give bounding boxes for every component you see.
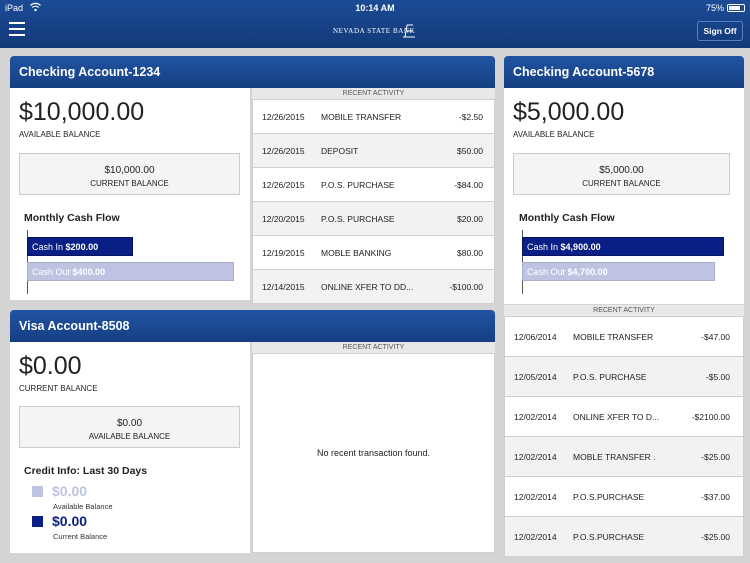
transaction-amount: -$2100.00 (691, 412, 730, 422)
visa-available-label: AVAILABLE BALANCE (88, 432, 171, 441)
checking-5678-current-box: $5,000.00 CURRENT BALANCE (513, 153, 730, 195)
transaction-amount: $50.00 (457, 146, 483, 156)
visa-available-amount: $0.00 (116, 418, 143, 429)
visa-8508-header[interactable]: Visa Account-8508 (10, 310, 495, 342)
transaction-desc: MOBLE BANKING (321, 248, 392, 258)
visa-recent-header: RECENT ACTIVITY (252, 342, 495, 353)
transaction-row[interactable]: 12/05/2014 P.O.S. PURCHASE -$5.00 (504, 356, 744, 397)
transaction-amount: -$5.00 (705, 372, 730, 382)
checking-5678-cash-in-bar: Cash In $4,900.00 (522, 237, 724, 256)
checking-1234-available-amount: $10,000.00 (19, 98, 145, 126)
transaction-desc: MOBILE TRANSFER (321, 112, 402, 122)
transaction-amount: -$25.00 (701, 532, 730, 542)
transaction-date: 12/20/2015 (262, 214, 305, 224)
visa-available-box: $0.00 AVAILABLE BALANCE (19, 406, 240, 448)
checking-5678-header[interactable]: Checking Account-5678 (504, 56, 744, 88)
transaction-amount: -$2.50 (458, 112, 483, 122)
sign-off-button[interactable]: Sign Off (697, 21, 743, 41)
checking-5678-recent-header: RECENT ACTIVITY (504, 305, 744, 316)
bank-logo-icon (403, 24, 415, 38)
visa-current-label: CURRENT BALANCE (19, 384, 98, 393)
checking-5678-cashflow-title: Monthly Cash Flow (519, 212, 615, 224)
transaction-row[interactable]: 12/19/2015 MOBLE BANKING $80.00 (252, 235, 495, 270)
transaction-desc: P.O.S. PURCHASE (321, 214, 395, 224)
visa-credit-available-amount: $0.00 (52, 483, 88, 499)
checking-1234-recent-header: RECENT ACTIVITY (252, 88, 495, 99)
checking-1234-current-box: $10,000.00 CURRENT BALANCE (19, 153, 240, 195)
transaction-date: 12/02/2014 (514, 492, 557, 502)
checking-1234-cash-in-bar: Cash In $200.00 (27, 237, 133, 256)
transaction-date: 12/05/2014 (514, 372, 557, 382)
transaction-amount: $80.00 (457, 248, 483, 258)
transaction-date: 12/26/2015 (262, 112, 305, 122)
checking-1234-current-label: CURRENT BALANCE (90, 179, 169, 188)
transaction-amount: -$25.00 (701, 452, 730, 462)
transaction-row[interactable]: 12/02/2014 P.O.S.PURCHASE -$25.00 (504, 516, 744, 557)
checking-5678-current-amount: $5,000.00 (599, 165, 644, 176)
battery-percent: 75% (706, 3, 725, 13)
transaction-desc: P.O.S. PURCHASE (573, 372, 647, 382)
checking-1234-available-label: AVAILABLE BALANCE (19, 130, 101, 139)
visa-credit-available-label: Available Balance (53, 502, 113, 511)
transaction-desc: MOBLE TRANSFER . (573, 452, 656, 462)
transaction-row[interactable]: 12/02/2014 P.O.S.PURCHASE -$37.00 (504, 476, 744, 517)
current-legend-swatch (32, 516, 43, 527)
top-bar: iPad 10:14 AM 75% NEVADA STATE BANK Sign… (0, 0, 750, 48)
transaction-date: 12/06/2014 (514, 332, 557, 342)
transaction-row[interactable]: 12/26/2015 MOBILE TRANSFER -$2.50 (252, 99, 495, 134)
transaction-date: 12/26/2015 (262, 180, 305, 190)
available-legend-swatch (32, 486, 43, 497)
checking-1234-current-amount: $10,000.00 (104, 165, 155, 176)
menu-icon[interactable] (9, 22, 25, 36)
transaction-date: 12/26/2015 (262, 146, 305, 156)
checking-1234-cash-out-bar: Cash Out $400.00 (27, 262, 234, 281)
transaction-desc: MOBILE TRANSFER (573, 332, 654, 342)
checking-5678-available-label: AVAILABLE BALANCE (513, 130, 595, 139)
transaction-amount: -$37.00 (701, 492, 730, 502)
visa-credit-current-amount: $0.00 (52, 513, 88, 529)
clock: 10:14 AM (355, 3, 395, 13)
transaction-amount: -$47.00 (701, 332, 730, 342)
transaction-amount: $20.00 (457, 214, 483, 224)
transaction-desc: P.O.S.PURCHASE (573, 532, 645, 542)
transaction-date: 12/02/2014 (514, 452, 557, 462)
transaction-amount: -$100.00 (449, 282, 483, 292)
battery-icon (727, 4, 745, 12)
status-bar: iPad 10:14 AM 75% (0, 0, 750, 16)
transaction-desc: ONLINE XFER TO DD... (321, 282, 414, 292)
transaction-date: 12/02/2014 (514, 412, 557, 422)
transaction-row[interactable]: 12/26/2015 P.O.S. PURCHASE -$84.00 (252, 167, 495, 202)
checking-5678-available-amount: $5,000.00 (513, 98, 625, 126)
transaction-row[interactable]: 12/02/2014 MOBLE TRANSFER . -$25.00 (504, 436, 744, 477)
transaction-date: 12/02/2014 (514, 532, 557, 542)
visa-current-amount: $0.00 (19, 352, 82, 380)
transaction-row[interactable]: 12/02/2014 ONLINE XFER TO D... -$2100.00 (504, 396, 744, 437)
transaction-row[interactable]: 12/20/2015 P.O.S. PURCHASE $20.00 (252, 201, 495, 236)
checking-5678-cash-out-bar: Cash Out $4,700.00 (522, 262, 715, 281)
transaction-desc: P.O.S. PURCHASE (321, 180, 395, 190)
transaction-row[interactable]: 12/26/2015 DEPOSIT $50.00 (252, 133, 495, 168)
checking-5678-current-label: CURRENT BALANCE (582, 179, 661, 188)
transaction-desc: DEPOSIT (321, 146, 359, 156)
checking-1234-cashflow-title: Monthly Cash Flow (24, 212, 120, 224)
transaction-row[interactable]: 12/14/2015 ONLINE XFER TO DD... -$100.00 (252, 269, 495, 304)
visa-credit-title: Credit Info: Last 30 Days (24, 465, 148, 477)
checking-1234-header[interactable]: Checking Account-1234 (10, 56, 495, 88)
transaction-date: 12/14/2015 (262, 282, 305, 292)
visa-credit-current-label: Current Balance (53, 532, 108, 541)
transaction-desc: P.O.S.PURCHASE (573, 492, 645, 502)
transaction-date: 12/19/2015 (262, 248, 305, 258)
transaction-row[interactable]: 12/06/2014 MOBILE TRANSFER -$47.00 (504, 316, 744, 357)
visa-empty-message: No recent transaction found. (316, 448, 431, 458)
transaction-amount: -$84.00 (454, 180, 483, 190)
transaction-desc: ONLINE XFER TO D... (573, 412, 660, 422)
